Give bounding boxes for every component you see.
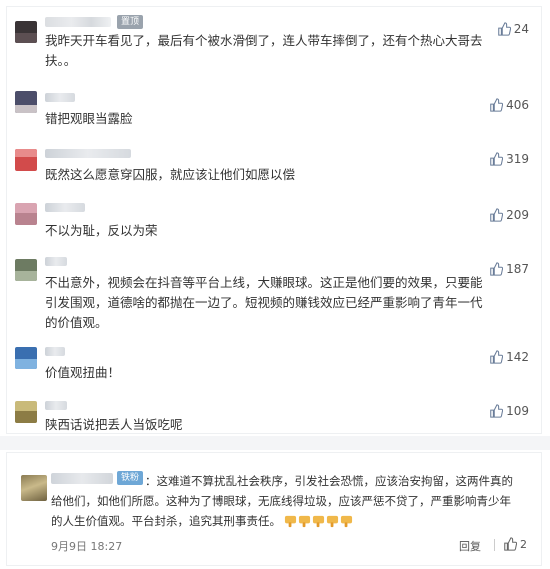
- like-count: 2: [520, 537, 527, 551]
- like-button[interactable]: 2: [503, 537, 527, 551]
- comment-text: 不以为耻，反以为荣: [45, 223, 158, 238]
- pinned-badge: 置顶: [117, 15, 144, 29]
- reply-button[interactable]: 回复: [459, 538, 481, 554]
- username-blurred[interactable]: [45, 203, 85, 212]
- like-button[interactable]: 319: [489, 151, 529, 167]
- thumbs-up-icon: [504, 537, 517, 551]
- like-count: 209: [506, 208, 529, 222]
- thumbs-down-emoji-icon: [312, 515, 325, 528]
- username-blurred[interactable]: [45, 257, 67, 266]
- comment-text: 既然这么愿意穿囚服，就应该让他们如愿以偿: [45, 167, 296, 182]
- username-blurred[interactable]: [45, 401, 67, 410]
- like-count: 24: [513, 22, 529, 36]
- thumbs-up-icon: [497, 22, 511, 36]
- avatar[interactable]: [15, 347, 37, 369]
- avatar[interactable]: [15, 259, 37, 281]
- like-button[interactable]: 109: [489, 403, 529, 419]
- like-count: 406: [506, 98, 529, 112]
- username-blurred[interactable]: [45, 93, 75, 102]
- username-blurred[interactable]: [45, 347, 65, 356]
- thumbs-up-icon: [490, 404, 504, 418]
- like-button[interactable]: 24: [497, 21, 529, 37]
- comment-text: 陕西话说把丢人当饭吃呢: [45, 417, 183, 432]
- divider: [494, 539, 495, 551]
- avatar[interactable]: [15, 401, 37, 423]
- thumbs-up-icon: [490, 262, 504, 276]
- thumbs-up-icon: [490, 152, 504, 166]
- comment-text: 不出意外，视频会在抖音等平台上线，大赚眼球。这正是他们要的效果，只要能引发围观，…: [45, 275, 483, 330]
- section-divider: [0, 436, 550, 450]
- avatar[interactable]: [15, 203, 37, 225]
- thumbs-up-icon: [490, 98, 504, 112]
- emoji-group: [284, 515, 353, 528]
- comment-text: ：这难道不算扰乱社会秩序，引发社会恐慌，应该治安拘留，这两件真的给他们，如他们所…: [51, 474, 513, 528]
- comment-text: 错把观眼当露脸: [45, 111, 133, 126]
- comment-text: 价值观扭曲！: [45, 365, 121, 380]
- comment-body: ：这难道不算扰乱社会秩序，引发社会恐慌，应该治安拘留，这两件真的给他们，如他们所…: [51, 471, 521, 531]
- like-count: 109: [506, 404, 529, 418]
- comment-text: 我昨天开车看见了，最后有个被水滑倒了，连人带车摔倒了，还有个热心大哥去扶。。: [45, 33, 483, 68]
- thumbs-up-icon: [490, 350, 504, 364]
- comment-list: 置顶 我昨天开车看见了，最后有个被水滑倒了，连人带车摔倒了，还有个热心大哥去扶。…: [6, 6, 542, 434]
- like-button[interactable]: 142: [489, 349, 529, 365]
- avatar[interactable]: [15, 21, 37, 43]
- username-blurred[interactable]: [45, 149, 131, 158]
- like-count: 319: [506, 152, 529, 166]
- thumbs-down-emoji-icon: [326, 515, 339, 528]
- like-count: 142: [506, 350, 529, 364]
- thumbs-down-emoji-icon: [340, 515, 353, 528]
- thumbs-down-emoji-icon: [284, 515, 297, 528]
- thumbs-down-emoji-icon: [298, 515, 311, 528]
- featured-comment: 铁粉 ：这难道不算扰乱社会秩序，引发社会恐慌，应该治安拘留，这两件真的给他们，如…: [6, 452, 542, 566]
- like-button[interactable]: 187: [489, 261, 529, 277]
- username-blurred[interactable]: [45, 17, 111, 27]
- like-button[interactable]: 406: [489, 97, 529, 113]
- avatar[interactable]: [21, 475, 47, 501]
- like-button[interactable]: 209: [489, 207, 529, 223]
- like-count: 187: [506, 262, 529, 276]
- thumbs-up-icon: [490, 208, 504, 222]
- avatar[interactable]: [15, 91, 37, 113]
- avatar[interactable]: [15, 149, 37, 171]
- comment-date: 9月9日 18:27: [51, 540, 123, 553]
